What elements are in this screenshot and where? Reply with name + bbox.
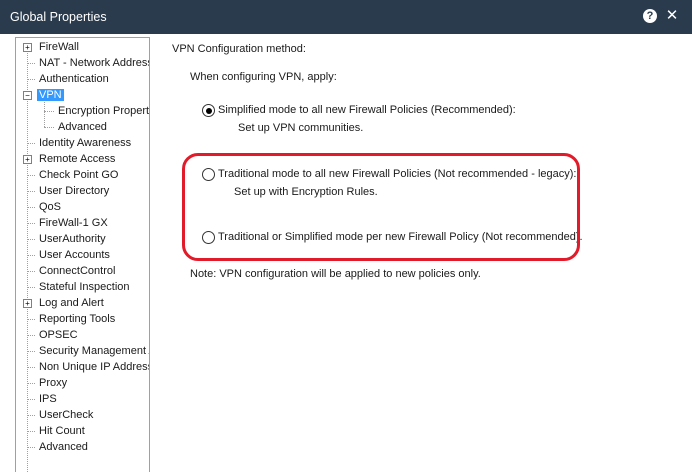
tree-connector xyxy=(27,335,35,336)
tree-item-label: Advanced xyxy=(39,441,88,453)
tree-item-label: Security Management Access xyxy=(39,345,149,357)
tree-item-label: VPN xyxy=(37,89,64,101)
tree-item-non-unique-ip-address-ranges[interactable]: Non Unique IP Address Ranges xyxy=(37,359,150,375)
apply-label: When configuring VPN, apply: xyxy=(190,71,337,83)
tree-item-reporting-tools[interactable]: Reporting Tools xyxy=(37,311,117,327)
expand-icon[interactable]: + xyxy=(23,299,32,308)
tree-connector xyxy=(27,63,35,64)
window-title: Global Properties xyxy=(10,10,107,24)
tree-guide-line xyxy=(27,44,28,472)
tree-item-remote-access[interactable]: Remote Access xyxy=(37,151,117,167)
tree-connector xyxy=(44,127,54,128)
tree-connector xyxy=(27,239,35,240)
tree-item-label: UserCheck xyxy=(39,409,94,421)
tree-item-label: User Directory xyxy=(39,185,110,197)
tree-item-advanced-child[interactable]: Advanced xyxy=(56,119,109,135)
tree-item-label: Encryption Properties xyxy=(58,105,150,117)
expand-icon[interactable]: + xyxy=(23,155,32,164)
close-button[interactable]: ✕ xyxy=(662,6,682,26)
tree-item-authentication[interactable]: Authentication xyxy=(37,71,111,87)
tree-item-log-and-alert[interactable]: Log and Alert xyxy=(37,295,106,311)
simplified-mode-label[interactable]: Simplified mode to all new Firewall Poli… xyxy=(218,104,516,116)
tree-item-firewall-1-gx[interactable]: FireWall-1 GX xyxy=(37,215,110,231)
properties-tree[interactable]: FireWall + NAT - Network Address Translati… xyxy=(15,37,150,472)
tree-item-label: Log and Alert xyxy=(39,297,104,309)
tree-item-label: NAT - Network Address Translation xyxy=(39,57,150,69)
tree-item-advanced[interactable]: Advanced xyxy=(37,439,90,455)
tree-item-proxy[interactable]: Proxy xyxy=(37,375,69,391)
tree-connector xyxy=(27,415,35,416)
tree-item-label: OPSEC xyxy=(39,329,78,341)
tree-connector xyxy=(27,399,35,400)
tree-item-label: Authentication xyxy=(39,73,109,85)
tree-connector xyxy=(27,351,35,352)
tree-item-label: QoS xyxy=(39,201,62,213)
tree-item-opsec[interactable]: OPSEC xyxy=(37,327,80,343)
tree-item-ips[interactable]: IPS xyxy=(37,391,59,407)
tree-connector xyxy=(27,79,35,80)
tree-item-label: User Accounts xyxy=(39,249,110,261)
tree-item-qos[interactable]: QoS xyxy=(37,199,63,215)
section-title: VPN Configuration method: xyxy=(172,43,306,55)
tree-connector xyxy=(27,143,35,144)
tree-connector xyxy=(27,431,35,432)
tree-item-connectcontrol[interactable]: ConnectControl xyxy=(37,263,117,279)
tree-item-label: Remote Access xyxy=(39,153,116,165)
simplified-mode-sublabel: Set up VPN communities. xyxy=(238,122,364,134)
tree-item-firewall[interactable]: FireWall xyxy=(37,39,81,55)
tree-connector xyxy=(27,175,35,176)
help-icon: ? xyxy=(643,9,657,23)
tree-item-user-directory[interactable]: User Directory xyxy=(37,183,111,199)
tree-guide-line xyxy=(44,99,45,127)
tree-item-user-accounts[interactable]: User Accounts xyxy=(37,247,112,263)
help-button[interactable]: ? xyxy=(640,6,660,26)
tree-connector xyxy=(27,383,35,384)
expand-icon[interactable]: + xyxy=(23,43,32,52)
tree-item-label: Reporting Tools xyxy=(39,313,116,325)
tree-item-hit-count[interactable]: Hit Count xyxy=(37,423,87,439)
tree-item-label: Advanced xyxy=(58,121,107,133)
tree-item-label: ConnectControl xyxy=(39,265,116,277)
tree-item-vpn[interactable]: VPN xyxy=(37,87,64,103)
vpn-note: Note: VPN configuration will be applied … xyxy=(190,268,481,280)
tree-item-check-point-go[interactable]: Check Point GO xyxy=(37,167,120,183)
tree-item-label: FireWall xyxy=(39,41,79,53)
tree-item-label: IPS xyxy=(39,393,57,405)
tree-item-label: Identity Awareness xyxy=(39,137,132,149)
tree-connector xyxy=(27,447,35,448)
tree-connector xyxy=(27,255,35,256)
tree-connector xyxy=(27,207,35,208)
tree-item-label: FireWall-1 GX xyxy=(39,217,108,229)
title-bar: Global Properties ? ✕ xyxy=(0,0,692,34)
tree-connector xyxy=(44,111,54,112)
close-icon: ✕ xyxy=(665,7,679,24)
tree-item-nat-network-address-translation[interactable]: NAT - Network Address Translation xyxy=(37,55,150,71)
tree-item-stateful-inspection[interactable]: Stateful Inspection xyxy=(37,279,132,295)
collapse-icon[interactable]: − xyxy=(23,91,32,100)
tree-item-encryption-properties-child[interactable]: Encryption Properties xyxy=(56,103,150,119)
tree-item-userauthority[interactable]: UserAuthority xyxy=(37,231,108,247)
tree-item-label: Check Point GO xyxy=(39,169,119,181)
tree-connector xyxy=(27,191,35,192)
highlight-annotation xyxy=(182,153,580,261)
tree-connector xyxy=(27,287,35,288)
tree-connector xyxy=(27,223,35,224)
tree-item-security-management-access[interactable]: Security Management Access xyxy=(37,343,149,359)
tree-item-label: Hit Count xyxy=(39,425,85,437)
tree-connector xyxy=(27,367,35,368)
tree-connector xyxy=(27,271,35,272)
simplified-mode-radio[interactable] xyxy=(202,104,215,117)
tree-connector xyxy=(27,319,35,320)
tree-item-usercheck[interactable]: UserCheck xyxy=(37,407,95,423)
tree-item-label: Non Unique IP Address Ranges xyxy=(39,361,150,373)
tree-item-identity-awareness[interactable]: Identity Awareness xyxy=(37,135,133,151)
tree-item-label: Stateful Inspection xyxy=(39,281,130,293)
tree-item-label: UserAuthority xyxy=(39,233,106,245)
tree-item-label: Proxy xyxy=(39,377,68,389)
